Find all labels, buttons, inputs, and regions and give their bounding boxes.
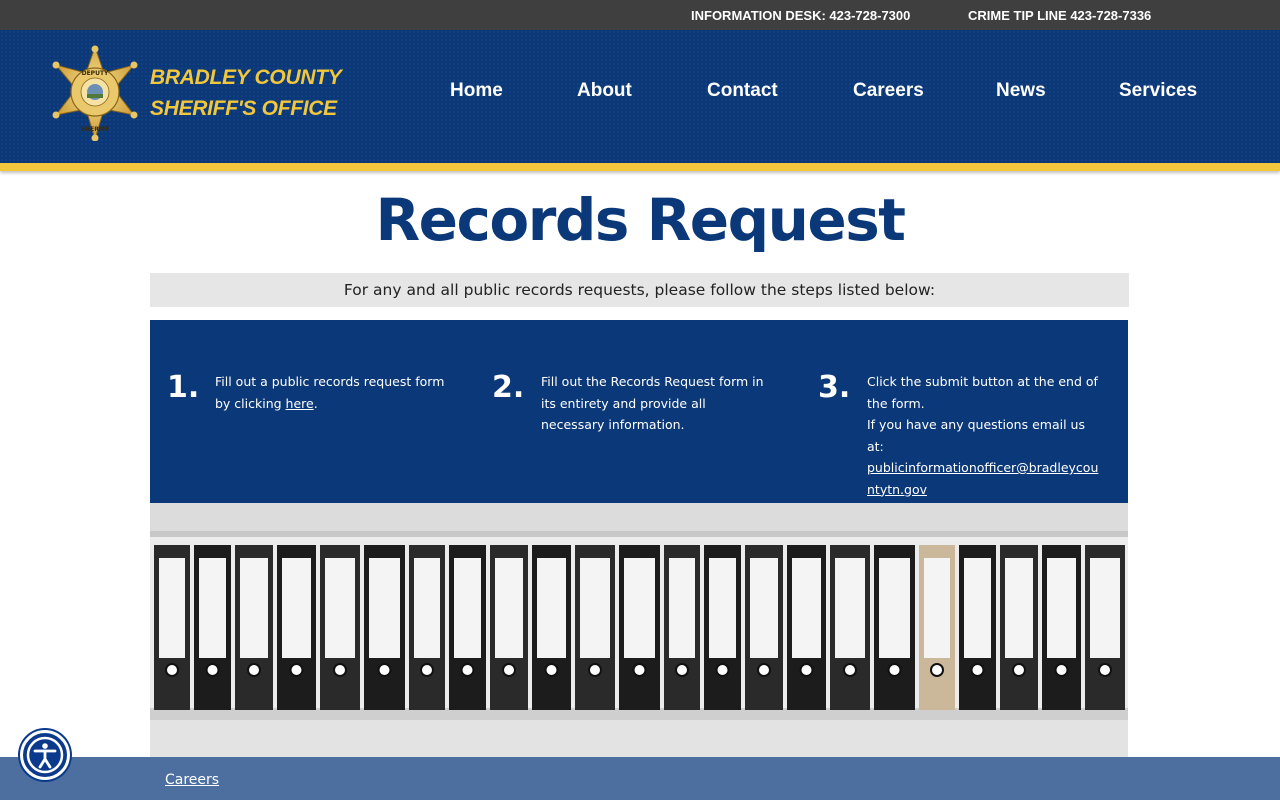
step-1-text-body: Fill out a public records request form b…: [215, 374, 445, 411]
page-title: Records Request: [375, 186, 906, 254]
step-2-text: Fill out the Records Request form in its…: [541, 374, 764, 432]
binder-label: [624, 558, 655, 658]
nav-home[interactable]: Home: [450, 80, 503, 102]
binder-ring: [289, 663, 304, 677]
top-info-bar: INFORMATION DESK: 423-728-7300 CRIME TIP…: [0, 0, 1280, 30]
step-3-text: Click the submit button at the end of th…: [867, 371, 1099, 500]
binder-label: [495, 558, 523, 658]
footer-bar: Careers: [0, 757, 1280, 800]
binder-label: [414, 558, 440, 658]
binder-ring: [632, 663, 647, 677]
step-2-number: 2.: [492, 370, 525, 405]
binder-label: [669, 558, 695, 658]
records-form-here-link[interactable]: here: [286, 396, 314, 411]
badge-bottom-text: SHERIFF: [81, 126, 110, 133]
nav-news[interactable]: News: [996, 80, 1046, 102]
step-3-text-body: Click the submit button at the end of th…: [867, 374, 1098, 411]
crime-tip-line-phone[interactable]: CRIME TIP LINE 423-728-7336: [968, 8, 1151, 23]
binder-label: [454, 558, 481, 658]
binder-label: [325, 558, 355, 658]
binder-ring: [675, 663, 689, 677]
accessibility-icon: [26, 736, 64, 774]
binder-label: [282, 558, 311, 658]
binder-ring: [843, 663, 857, 677]
binder-ring: [502, 663, 516, 677]
binder-label: [709, 558, 736, 658]
step-1-text-end: .: [313, 395, 318, 411]
header-gold-stripe: [0, 163, 1280, 171]
nav-services[interactable]: Services: [1119, 80, 1197, 102]
binder-ring: [799, 663, 814, 677]
binder-label: [964, 558, 991, 658]
nav-about[interactable]: About: [577, 80, 632, 102]
footer-careers-link[interactable]: Careers: [165, 772, 219, 788]
binder-ring: [205, 663, 220, 677]
binder-ring: [377, 663, 392, 677]
pio-email-link[interactable]: publicinformationofficer@bradleycountytn…: [867, 460, 1098, 497]
binder-label: [1047, 558, 1076, 658]
binder-label: [1005, 558, 1033, 658]
binder-label: [159, 558, 185, 658]
binder-ring: [460, 663, 475, 677]
binder-label: [240, 558, 268, 658]
binders-photo: [150, 503, 1128, 758]
binder-ring: [1054, 663, 1069, 677]
badge-top-text: DEPUTY: [82, 70, 109, 77]
binder-ring: [930, 663, 944, 677]
information-desk-phone[interactable]: INFORMATION DESK: 423-728-7300: [691, 8, 910, 23]
binder-label: [924, 558, 950, 658]
binder-ring: [1098, 663, 1112, 677]
binder-ring: [757, 663, 771, 677]
binder-label: [792, 558, 821, 658]
binder-label: [879, 558, 910, 658]
binder-label: [1090, 558, 1120, 658]
nav-contact[interactable]: Contact: [707, 80, 778, 102]
step-1-number: 1.: [167, 370, 200, 405]
binder-ring: [887, 663, 902, 677]
binder-label: [835, 558, 865, 658]
binder-label: [537, 558, 566, 658]
step-3-number: 3.: [818, 370, 851, 405]
binder-ring: [715, 663, 730, 677]
binder-label: [750, 558, 778, 658]
step-1-text: Fill out a public records request form b…: [215, 371, 455, 414]
binder-label: [199, 558, 226, 658]
binder-ring: [544, 663, 559, 677]
nav-careers[interactable]: Careers: [853, 80, 924, 102]
steps-panel: 1. Fill out a public records request for…: [150, 320, 1128, 503]
binder-ring: [333, 663, 347, 677]
step-3-question: If you have any questions email us at:: [867, 417, 1085, 454]
binders-image: [150, 503, 1128, 758]
binder-ring: [1012, 663, 1026, 677]
binder-ring: [247, 663, 261, 677]
intro-banner: For any and all public records requests,…: [150, 273, 1129, 307]
binder-label: [369, 558, 400, 658]
binder-ring: [165, 663, 179, 677]
binder-ring: [588, 663, 602, 677]
main-navigation: Home About Contact Careers News Services: [0, 80, 1280, 108]
accessibility-button[interactable]: [20, 730, 70, 780]
binder-label: [580, 558, 610, 658]
binder-ring: [420, 663, 434, 677]
binder-ring: [970, 663, 985, 677]
